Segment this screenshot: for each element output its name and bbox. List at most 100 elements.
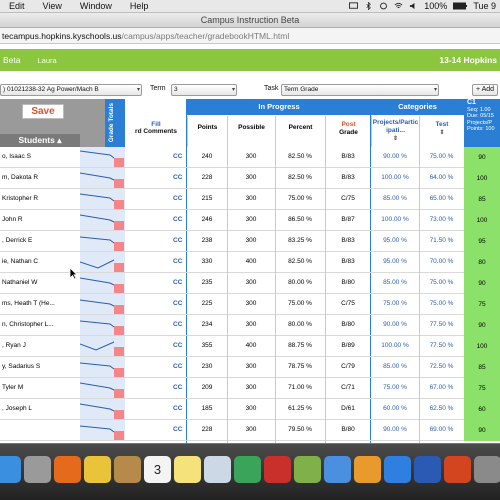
table-row[interactable]: , Derrick E CC 238 300 83.25 % B/83 95.00 % 71.…	[0, 231, 500, 252]
grade-cell[interactable]: B/80	[325, 321, 371, 328]
grade-cell[interactable]: B/87	[325, 216, 371, 223]
assignment-score-cell[interactable]: 90	[464, 273, 500, 294]
grade-cell[interactable]: D/61	[325, 405, 371, 412]
task-select[interactable]: Term Grade ▾	[281, 84, 439, 96]
comment-link[interactable]: CC	[173, 342, 182, 349]
menu-help[interactable]: Help	[121, 1, 158, 11]
percent-column-header[interactable]: Percent	[275, 116, 325, 147]
menu-edit[interactable]: Edit	[0, 1, 34, 11]
student-name[interactable]: ms, Heath T (He...	[2, 300, 80, 307]
contacts-icon[interactable]	[114, 456, 141, 483]
facetime-icon[interactable]	[234, 456, 261, 483]
comment-link[interactable]: CC	[173, 195, 182, 202]
grade-cell[interactable]: C/75	[325, 300, 371, 307]
grade-cell[interactable]: B/83	[325, 237, 371, 244]
system-prefs-icon[interactable]	[474, 456, 500, 483]
comment-link[interactable]: CC	[173, 363, 182, 370]
student-name[interactable]: Kristopher R	[2, 195, 80, 202]
student-name[interactable]: n, Christopher L...	[2, 321, 80, 328]
comment-link[interactable]: CC	[173, 153, 182, 160]
grade-totals-header[interactable]: Grade Totals	[105, 99, 125, 147]
student-name[interactable]: m, Dakota R	[2, 174, 80, 181]
assignment-score-cell[interactable]: 85	[464, 189, 500, 210]
comment-link[interactable]: CC	[173, 237, 182, 244]
photo-icon[interactable]	[294, 456, 321, 483]
appstore-icon[interactable]	[384, 456, 411, 483]
student-name[interactable]: , Joseph L	[2, 405, 80, 412]
table-row[interactable]: CC 228 300 79.50 % B/80 90.00 % 69.00 % 90	[0, 420, 500, 441]
school-year[interactable]: 13-14 Hopkins	[439, 55, 500, 65]
user-name[interactable]: Laura	[38, 56, 57, 65]
grade-cell[interactable]: B/80	[325, 426, 371, 433]
comment-link[interactable]: CC	[173, 258, 182, 265]
student-name[interactable]: , Ryan J	[2, 342, 80, 349]
points-column-header[interactable]: Points	[187, 116, 227, 147]
grade-cell[interactable]: C/71	[325, 384, 371, 391]
students-column-header[interactable]: Students ▴	[0, 134, 80, 147]
table-row[interactable]: , Joseph L CC 185 300 61.25 % D/61 60.00 % 62.5…	[0, 399, 500, 420]
time-machine-icon[interactable]	[379, 2, 388, 10]
post-grade-column-header[interactable]: Post Grade	[325, 116, 371, 147]
table-row[interactable]: , Ryan J CC 355 400 88.75 % B/89 100.00 % 77.50…	[0, 336, 500, 357]
ibooks-icon[interactable]	[354, 456, 381, 483]
grade-cell[interactable]: B/83	[325, 174, 371, 181]
photobooth-icon[interactable]	[264, 456, 291, 483]
assignment-score-cell[interactable]: 60	[464, 399, 500, 420]
table-row[interactable]: ms, Heath T (He... CC 225 300 75.00 % C/75 75.…	[0, 294, 500, 315]
bluetooth-icon[interactable]	[364, 2, 373, 10]
itunes-icon[interactable]	[324, 456, 351, 483]
finder-icon[interactable]	[0, 456, 21, 483]
comment-link[interactable]: CC	[173, 384, 182, 391]
comment-link[interactable]: CC	[173, 174, 182, 181]
add-button[interactable]: + Add	[472, 84, 498, 96]
comment-link[interactable]: CC	[173, 216, 182, 223]
possible-column-header[interactable]: Possible	[227, 116, 275, 147]
assignment-score-cell[interactable]: 100	[464, 168, 500, 189]
table-row[interactable]: n, Christopher L... CC 234 300 80.00 % B/80 90…	[0, 315, 500, 336]
test-column-header[interactable]: Test ⇕	[419, 116, 464, 147]
launchpad-icon[interactable]	[24, 456, 51, 483]
assignment-score-cell[interactable]: 90	[464, 315, 500, 336]
table-row[interactable]: John R CC 246 300 86.50 % B/87 100.00 % 73.00 %…	[0, 210, 500, 231]
grade-cell[interactable]: C/75	[325, 195, 371, 202]
table-row[interactable]: m, Dakota R CC 228 300 82.50 % B/83 100.00 % 64…	[0, 168, 500, 189]
assignment-score-cell[interactable]: 90	[464, 147, 500, 168]
notes-icon[interactable]	[174, 456, 201, 483]
table-row[interactable]: Kristopher R CC 215 300 75.00 % C/75 85.00 % 65…	[0, 189, 500, 210]
fill-link[interactable]: Fill	[125, 121, 187, 128]
calendar-icon[interactable]: 3	[144, 456, 171, 483]
comment-link[interactable]: CC	[173, 426, 182, 433]
student-name[interactable]: o, Isaac S	[2, 153, 80, 160]
save-button[interactable]: Save	[22, 104, 64, 119]
address-bar[interactable]: tecampus.hopkins.kyschools.us/campus/app…	[0, 28, 500, 44]
comment-link[interactable]: CC	[173, 321, 182, 328]
menubar-clock[interactable]: Tue 9	[473, 1, 496, 11]
assignment-score-cell[interactable]: 85	[464, 357, 500, 378]
volume-icon[interactable]	[409, 2, 418, 10]
assignment-score-cell[interactable]: 100	[464, 336, 500, 357]
student-name[interactable]: , Derrick E	[2, 237, 80, 244]
chrome-icon[interactable]	[84, 456, 111, 483]
preview-icon[interactable]	[204, 456, 231, 483]
student-name[interactable]: ie, Nathan C	[2, 258, 80, 265]
student-name[interactable]: Tyler M	[2, 384, 80, 391]
grade-cell[interactable]: B/80	[325, 279, 371, 286]
grade-cell[interactable]: C/79	[325, 363, 371, 370]
menu-window[interactable]: Window	[71, 1, 121, 11]
projects-column-header[interactable]: Projects/Partic ipati... ⇕	[371, 116, 419, 147]
grade-cell[interactable]: B/89	[325, 342, 371, 349]
grade-cell[interactable]: B/83	[325, 258, 371, 265]
battery-icon[interactable]	[453, 2, 468, 10]
assignment-score-cell[interactable]: 95	[464, 231, 500, 252]
student-name[interactable]: y, Sadarius S	[2, 363, 80, 370]
assignment-score-cell[interactable]: 75	[464, 294, 500, 315]
table-row[interactable]: Tyler M CC 209 300 71.00 % C/71 75.00 % 67.00 %…	[0, 378, 500, 399]
word-icon[interactable]	[414, 456, 441, 483]
assignment-score-cell[interactable]: 75	[464, 378, 500, 399]
assignment-header[interactable]: C1 Seq: 1.00 Due: 05/15 Projects/P Point…	[464, 99, 500, 147]
firefox-icon[interactable]	[54, 456, 81, 483]
assignment-score-cell[interactable]: 80	[464, 252, 500, 273]
term-select[interactable]: 3 ▾	[171, 84, 237, 96]
comment-link[interactable]: CC	[173, 279, 182, 286]
table-row[interactable]: o, Isaac S CC 240 300 82.50 % B/83 90.00 % 75.0…	[0, 147, 500, 168]
